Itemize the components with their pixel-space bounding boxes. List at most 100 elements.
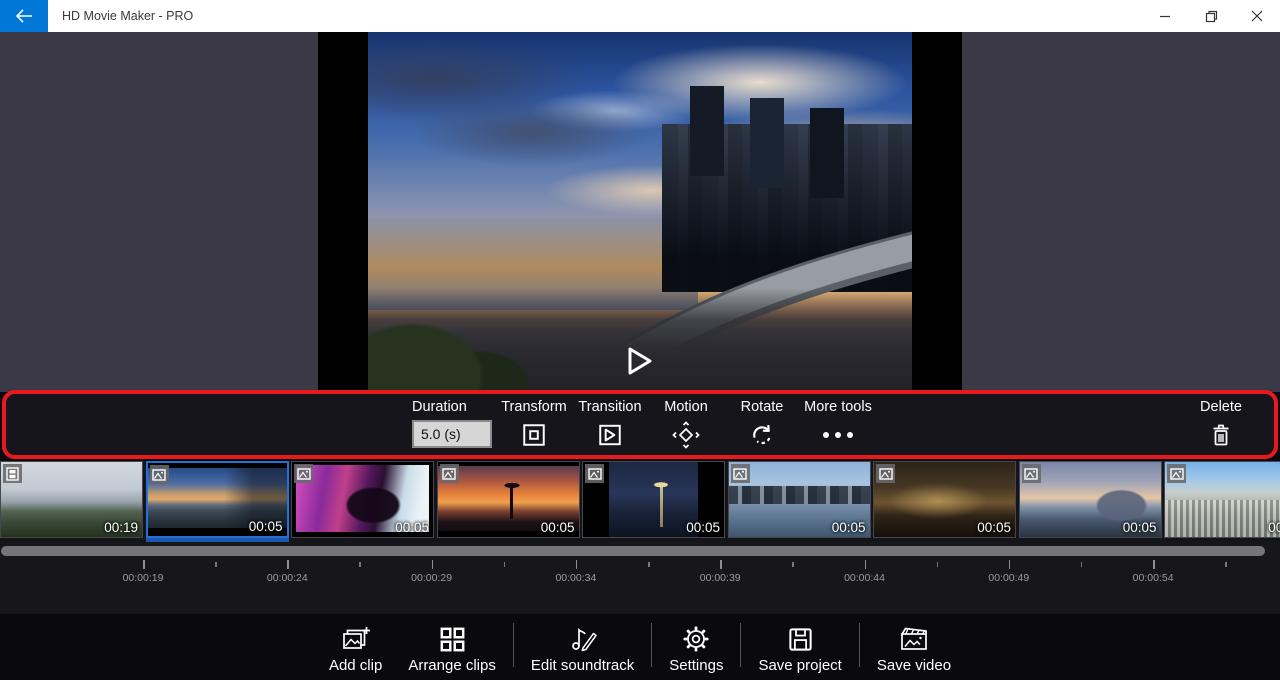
play-icon [627,346,653,376]
actions-bar: Add clip Arrange clips [0,614,1280,680]
clip-duration: 00:05 [395,520,429,535]
edit-soundtrack-icon [568,621,598,653]
delete-button[interactable]: Delete [1190,399,1252,450]
clip-duration: 00:05 [977,520,1011,535]
image-badge-icon [152,469,166,481]
timeline-clip[interactable]: 00:19 [0,461,143,538]
clip-type-badge [150,465,169,484]
clapperboard-icon [899,621,929,653]
timeline-clip[interactable]: 00:05 [728,461,871,538]
ruler-time-label: 00:00:19 [123,572,164,584]
ruler-tick-minor [1225,562,1227,567]
image-badge-icon [297,468,311,480]
image-badge-icon [442,468,456,480]
timeline-clip[interactable]: 00:05 [1164,461,1280,538]
motion-button[interactable]: Motion [648,399,724,450]
timeline-clip[interactable]: 00:05 [873,461,1016,538]
ruler-tick-major [1009,560,1011,569]
minimize-button[interactable] [1142,0,1188,32]
clip-type-badge [3,464,22,483]
image-badge-icon [733,468,747,480]
timeline-clip[interactable]: 00:05 [146,461,289,538]
clip-duration: 00:05 [249,519,283,534]
video-badge-icon [6,467,19,481]
ruler-tick-major [287,560,289,569]
ruler-time-label: 00:00:54 [1133,572,1174,584]
ruler-time-label: 00:00:34 [555,572,596,584]
save-project-button[interactable]: Save project [745,621,854,674]
clip-type-badge [876,464,895,483]
preview-stage [0,32,1280,392]
clip-duration: 00:05 [1123,520,1157,535]
clip-duration: 00:05 [686,520,720,535]
divider [740,623,741,667]
timeline-clip[interactable]: 00:05 [437,461,580,538]
duration-input[interactable] [412,420,492,448]
back-arrow-icon [15,9,33,23]
arrange-clips-icon [439,621,466,653]
ruler-tick-minor [359,562,361,567]
ruler-time-label: 00:00:29 [411,572,452,584]
ruler-time-label: 00:00:39 [700,572,741,584]
duration-label: Duration [412,399,496,420]
close-button[interactable] [1234,0,1280,32]
clip-duration: 00:05 [832,520,866,535]
ruler-time-label: 00:00:49 [988,572,1029,584]
more-dots-icon [818,420,858,450]
divider [651,623,652,667]
timeline-clip[interactable]: 00:05 [1019,461,1162,538]
transition-button[interactable]: Transition [572,399,648,450]
ruler-tick-minor [792,562,794,567]
add-clip-icon [341,621,371,653]
play-button[interactable] [627,346,653,376]
restore-button[interactable] [1188,0,1234,32]
add-clip-button[interactable]: Add clip [316,621,395,674]
ruler-tick-minor [215,562,217,567]
transform-icon [521,420,547,450]
timeline-clip[interactable]: 00:05 [582,461,725,538]
foreground-trees [368,262,528,392]
divider [513,623,514,667]
ruler: 00:00:1900:00:2400:00:2900:00:3400:00:39… [0,558,1280,610]
preview-viewport[interactable] [318,32,962,392]
back-button[interactable] [0,0,48,32]
rotate-icon [749,420,775,450]
ruler-tick-major [432,560,434,569]
ruler-zone: 00:00:1900:00:2400:00:2900:00:3400:00:39… [0,542,1280,614]
clip-duration: 00:05 [541,520,575,535]
ruler-tick-minor [504,562,506,567]
clip-type-badge [440,464,459,483]
clip-type-badge [585,464,604,483]
window-title: HD Movie Maker - PRO [62,9,193,23]
titlebar: HD Movie Maker - PRO [0,0,1280,32]
clip-type-badge [294,464,313,483]
transform-button[interactable]: Transform [496,399,572,450]
image-badge-icon [588,468,602,480]
motion-icon [672,420,700,450]
more-tools-button[interactable]: More tools [800,399,876,450]
preview-photo [368,32,912,392]
ruler-tick-minor [648,562,650,567]
ruler-tick-major [720,560,722,569]
clip-duration: 00:19 [104,520,138,535]
ruler-tick-major [865,560,867,569]
clip-toolbar: Duration Transform Transition Motion [2,390,1278,459]
rotate-button[interactable]: Rotate [724,399,800,450]
ruler-time-label: 00:00:44 [844,572,885,584]
timeline-strip: 00:19 00:05 00:05 [0,461,1280,542]
save-video-button[interactable]: Save video [864,621,964,674]
settings-button[interactable]: Settings [656,621,736,674]
edit-soundtrack-button[interactable]: Edit soundtrack [518,621,647,674]
arrange-clips-button[interactable]: Arrange clips [395,621,509,674]
clip-type-badge [1167,464,1186,483]
image-badge-icon [1024,468,1038,480]
duration-block: Duration [412,399,496,448]
timeline-scrollbar[interactable] [1,546,1265,556]
timeline-clip[interactable]: 00:05 [291,461,434,538]
ruler-tick-major [1153,560,1155,569]
clip-duration: 00:05 [1268,520,1280,535]
ruler-tick-minor [1081,562,1083,567]
transition-icon [597,420,623,450]
ruler-tick-minor [937,562,939,567]
app-window: HD Movie Maker - PRO [0,0,1280,680]
